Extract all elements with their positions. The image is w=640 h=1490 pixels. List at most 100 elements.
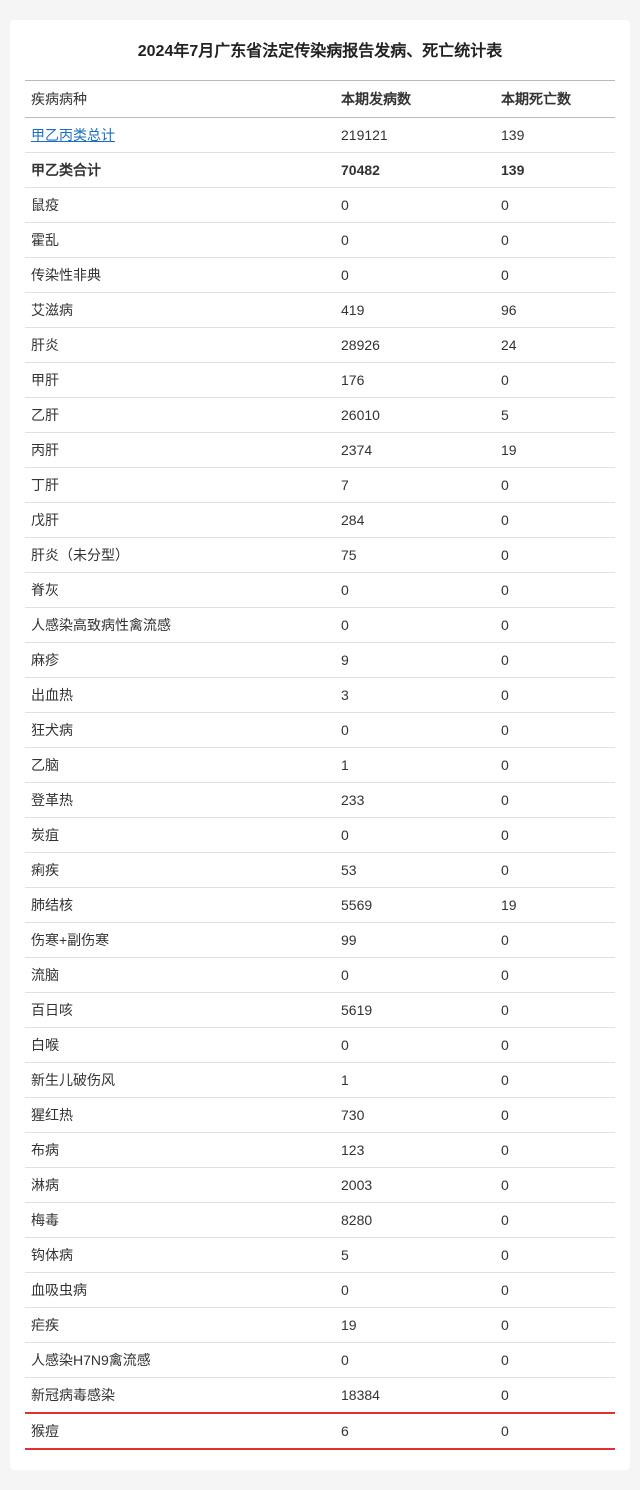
cell-cases: 123 [335,1133,495,1168]
cell-disease: 乙脑 [25,748,335,783]
cell-cases: 99 [335,923,495,958]
cell-deaths: 0 [495,1168,615,1203]
table-header-row: 疾病病种 本期发病数 本期死亡数 [25,81,615,118]
cell-cases: 9 [335,643,495,678]
cell-disease: 人感染高致病性禽流感 [25,608,335,643]
report-container: 2024年7月广东省法定传染病报告发病、死亡统计表 疾病病种 本期发病数 本期死… [10,20,630,1470]
table-row: 戊肝2840 [25,503,615,538]
cell-disease: 丁肝 [25,468,335,503]
cell-cases: 5 [335,1238,495,1273]
cell-cases: 0 [335,713,495,748]
cell-deaths: 0 [495,1133,615,1168]
cell-cases: 0 [335,608,495,643]
cell-cases: 0 [335,223,495,258]
cell-cases: 26010 [335,398,495,433]
table-row: 丁肝70 [25,468,615,503]
cell-deaths: 0 [495,258,615,293]
cell-cases: 1 [335,1063,495,1098]
cell-deaths: 0 [495,853,615,888]
cell-disease: 人感染H7N9禽流感 [25,1343,335,1378]
cell-disease: 传染性非典 [25,258,335,293]
cell-deaths: 0 [495,678,615,713]
table-row: 淋病20030 [25,1168,615,1203]
cell-deaths: 0 [495,1203,615,1238]
table-row: 疟疾190 [25,1308,615,1343]
table-row: 乙脑10 [25,748,615,783]
cell-disease: 布病 [25,1133,335,1168]
cell-disease: 出血热 [25,678,335,713]
table-row: 甲肝1760 [25,363,615,398]
table-row: 猴痘60 [25,1413,615,1449]
table-row: 人感染高致病性禽流感00 [25,608,615,643]
table-row: 炭疽00 [25,818,615,853]
table-row: 新冠病毒感染183840 [25,1378,615,1414]
cell-cases: 0 [335,573,495,608]
cell-disease: 霍乱 [25,223,335,258]
table-row: 麻疹90 [25,643,615,678]
table-row: 钩体病50 [25,1238,615,1273]
cell-disease: 乙肝 [25,398,335,433]
cell-cases: 0 [335,258,495,293]
cell-deaths: 0 [495,1308,615,1343]
cell-deaths: 0 [495,1238,615,1273]
cell-cases: 19 [335,1308,495,1343]
table-row: 流脑00 [25,958,615,993]
cell-deaths: 0 [495,1343,615,1378]
table-row: 艾滋病41996 [25,293,615,328]
cell-disease: 猴痘 [25,1413,335,1449]
cell-cases: 5619 [335,993,495,1028]
cell-disease: 钩体病 [25,1238,335,1273]
cell-deaths: 0 [495,1413,615,1449]
cell-deaths: 0 [495,783,615,818]
cell-deaths: 19 [495,888,615,923]
table-row: 甲乙类合计70482139 [25,153,615,188]
cell-cases: 2003 [335,1168,495,1203]
cell-deaths: 0 [495,643,615,678]
cell-deaths: 0 [495,1098,615,1133]
disease-table: 疾病病种 本期发病数 本期死亡数 甲乙丙类总计219121139甲乙类合计704… [25,80,615,1450]
cell-cases: 419 [335,293,495,328]
header-deaths: 本期死亡数 [495,81,615,118]
table-row: 甲乙丙类总计219121139 [25,118,615,153]
table-row: 伤寒+副伤寒990 [25,923,615,958]
cell-disease: 肺结核 [25,888,335,923]
cell-cases: 219121 [335,118,495,153]
cell-deaths: 0 [495,1378,615,1414]
cell-deaths: 0 [495,188,615,223]
table-row: 肺结核556919 [25,888,615,923]
cell-disease: 白喉 [25,1028,335,1063]
table-row: 猩红热7300 [25,1098,615,1133]
table-row: 新生儿破伤风10 [25,1063,615,1098]
cell-cases: 0 [335,1028,495,1063]
table-row: 痢疾530 [25,853,615,888]
cell-disease: 新生儿破伤风 [25,1063,335,1098]
cell-cases: 233 [335,783,495,818]
cell-deaths: 0 [495,573,615,608]
cell-disease: 淋病 [25,1168,335,1203]
cell-deaths: 0 [495,818,615,853]
cell-disease: 新冠病毒感染 [25,1378,335,1414]
table-row: 丙肝237419 [25,433,615,468]
cell-cases: 284 [335,503,495,538]
cell-deaths: 0 [495,958,615,993]
cell-deaths: 24 [495,328,615,363]
cell-deaths: 0 [495,1063,615,1098]
cell-disease: 鼠疫 [25,188,335,223]
page-title: 2024年7月广东省法定传染病报告发病、死亡统计表 [25,40,615,64]
cell-disease: 流脑 [25,958,335,993]
cell-deaths: 5 [495,398,615,433]
table-row: 梅毒82800 [25,1203,615,1238]
cell-deaths: 0 [495,1028,615,1063]
cell-disease: 炭疽 [25,818,335,853]
table-row: 传染性非典00 [25,258,615,293]
cell-disease: 甲肝 [25,363,335,398]
table-row: 霍乱00 [25,223,615,258]
cell-cases: 70482 [335,153,495,188]
cell-disease[interactable]: 甲乙丙类总计 [25,118,335,153]
cell-disease: 肝炎 [25,328,335,363]
cell-deaths: 0 [495,923,615,958]
cell-disease: 肝炎（未分型） [25,538,335,573]
cell-deaths: 139 [495,153,615,188]
cell-deaths: 19 [495,433,615,468]
cell-cases: 0 [335,1343,495,1378]
